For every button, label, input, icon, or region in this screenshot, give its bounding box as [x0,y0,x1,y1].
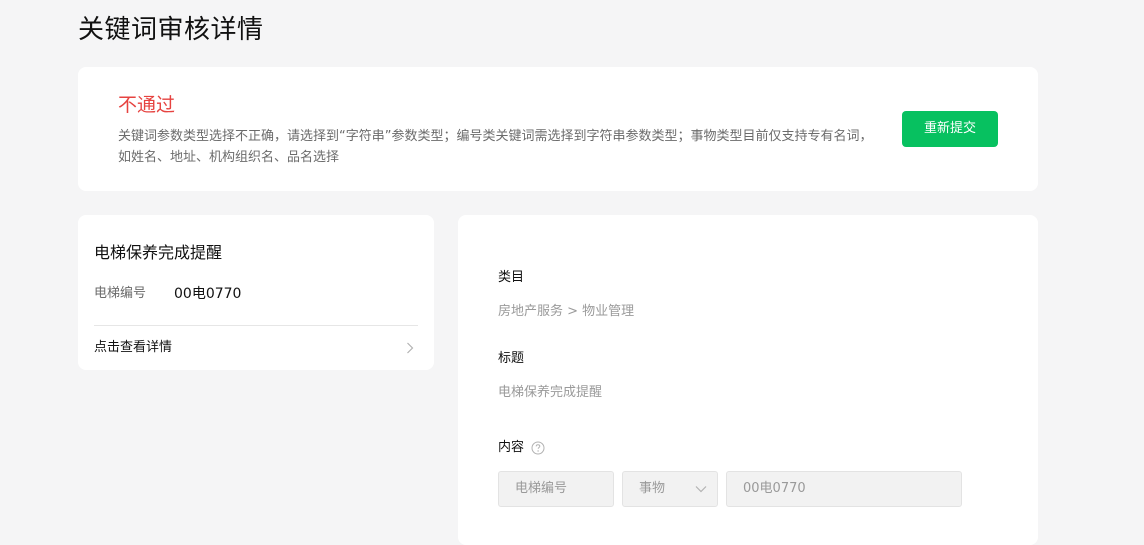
keyword-name-field: 电梯编号 [498,471,614,507]
title-value: 电梯保养完成提醒 [498,385,603,400]
resubmit-button[interactable]: 重新提交 [902,111,998,147]
keyword-type-select: 事物 [622,471,718,507]
view-details-link[interactable]: 点击查看详情 [94,326,418,370]
category-value: 房地产服务 > 物业管理 [498,304,635,319]
content-label: 内容 [498,440,525,455]
help-icon[interactable] [531,441,545,455]
title-label: 标题 [498,351,525,366]
keyword-example-field: 00电0770 [726,471,962,507]
keyword-detail-card: 类目 房地产服务 > 物业管理 标题 电梯保养完成提醒 内容 电梯编号 事物 0… [458,215,1038,545]
review-status: 不通过 [118,94,176,116]
view-details-label: 点击查看详情 [94,340,173,355]
chevron-right-icon [407,342,414,354]
review-reason: 关键词参数类型选择不正确，请选择到“字符串”参数类型；编号类关键词需选择到字符串… [118,129,873,165]
chevron-down-icon [695,486,707,493]
keyword-name-value: 电梯编号 [515,481,568,496]
keyword-type-value: 事物 [639,481,666,496]
keyword-example-value: 00电0770 [743,481,806,496]
preview-field-value: 00电0770 [174,286,242,302]
page-title: 关键词审核详情 [78,15,264,45]
preview-field-label: 电梯编号 [94,286,147,301]
review-status-card: 不通过 关键词参数类型选择不正确，请选择到“字符串”参数类型；编号类关键词需选择… [78,67,1038,191]
preview-title: 电梯保养完成提醒 [94,243,223,262]
category-label: 类目 [498,270,525,285]
template-preview-card: 电梯保养完成提醒 电梯编号 00电0770 点击查看详情 [78,215,434,370]
